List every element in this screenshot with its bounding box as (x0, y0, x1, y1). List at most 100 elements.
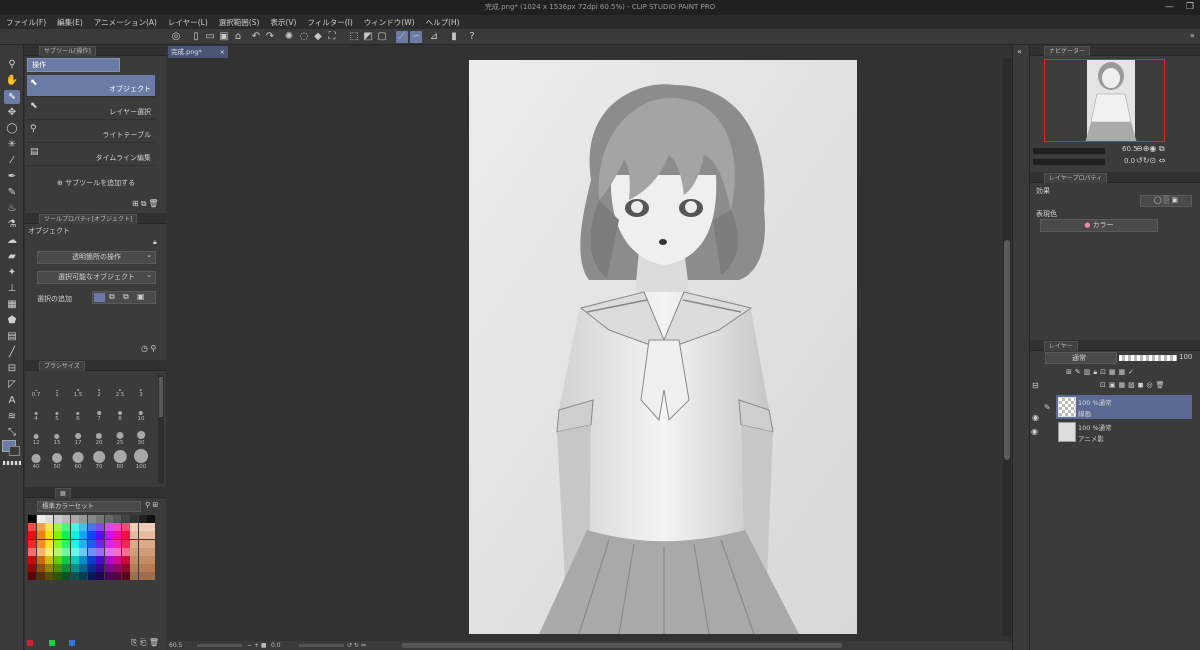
color-swatch[interactable] (70, 572, 79, 581)
color-swatch[interactable] (130, 523, 138, 532)
zoom-buttons[interactable]: − + ■ (247, 641, 267, 650)
color-swatch[interactable] (113, 523, 121, 532)
brush-size-cell[interactable]: 10 (132, 399, 150, 422)
menu-animation[interactable]: アニメーション(A) (94, 17, 157, 28)
gradient-icon[interactable]: ▤ (4, 330, 20, 344)
color-swatch[interactable] (79, 523, 87, 532)
color-swatch[interactable] (121, 523, 130, 532)
color-swatch[interactable] (96, 523, 104, 532)
snap-ruler-icon[interactable]: ⟋ (396, 31, 408, 43)
brush-size-cell[interactable]: 70 (90, 447, 108, 470)
color-swatch[interactable] (130, 547, 138, 556)
snap-grid-icon[interactable]: ⊿ (428, 31, 440, 43)
menu-filter[interactable]: フィルター(I) (307, 17, 352, 28)
color-swatch[interactable] (53, 556, 62, 564)
color-swatch[interactable] (70, 531, 79, 540)
layer-row-lineart[interactable]: 100 %通常 線画 (1056, 395, 1192, 419)
menu-help[interactable]: ヘルプ(H) (426, 17, 460, 28)
selection-new-icon[interactable] (94, 293, 105, 302)
menu-view[interactable]: 表示(V) (270, 17, 296, 28)
color-swatch[interactable] (53, 572, 62, 581)
menu-selection[interactable]: 選択範囲(S) (219, 17, 260, 28)
layer-visibility-icon-2[interactable]: ◉ (1031, 427, 1038, 436)
print-icon[interactable]: ⌂ (232, 31, 244, 43)
color-swatch[interactable] (70, 564, 79, 573)
brush-size-cell[interactable]: 1.5 (69, 375, 87, 398)
clear-icon[interactable]: ✺ (283, 31, 295, 43)
frame-icon[interactable]: ▦ (4, 298, 20, 312)
color-swatch[interactable] (121, 556, 130, 564)
transparent-area-dropdown[interactable]: 透明箇所の操作 (37, 250, 156, 264)
color-swatch[interactable] (62, 539, 70, 548)
effect-buttons[interactable]: ◯ ░ ▣ (1140, 195, 1192, 207)
canvas-scroll-thumb[interactable] (1004, 240, 1010, 460)
color-swatch[interactable] (36, 572, 45, 581)
color-swatch[interactable] (87, 572, 96, 581)
hand-tool-icon[interactable]: ✋ (4, 74, 20, 88)
correct-line-icon[interactable]: ⤡ (4, 426, 20, 440)
selection-border-icon[interactable]: ▢ (376, 31, 388, 43)
color-swatch[interactable] (79, 556, 87, 564)
fill-icon[interactable]: ◆ (312, 31, 324, 43)
brush-size-cell[interactable]: 6 (69, 399, 87, 422)
sub-tool-footer-icons[interactable]: ⊞⧉🗑 (132, 199, 161, 209)
menu-window[interactable]: ウィンドウ(W) (364, 17, 415, 28)
color-swatch[interactable] (104, 531, 113, 540)
tool-property-tab[interactable]: ツールプロパティ[オブジェクト] (39, 214, 138, 224)
color-swatch[interactable] (96, 564, 104, 573)
color-swatch[interactable] (147, 572, 155, 581)
color-swatch[interactable] (87, 556, 96, 564)
brush-size-cell[interactable]: 15 (48, 423, 66, 446)
color-swatch[interactable] (104, 539, 113, 548)
color-swatch[interactable] (138, 531, 147, 540)
zoom-value[interactable]: 60.5 (169, 641, 182, 650)
color-swatch[interactable] (45, 564, 53, 573)
eyedropper-icon[interactable]: ⁄ (4, 154, 20, 168)
rotate-buttons[interactable]: ↺ ↻ ⇔ (347, 641, 366, 650)
sub-tool-tab[interactable]: サブツール[操作] (39, 46, 96, 56)
selection-intersect-icon[interactable]: ▣ (137, 292, 145, 301)
snap-special-ruler-icon[interactable]: ∽ (410, 31, 422, 43)
color-swatch[interactable] (70, 515, 79, 523)
figure-icon[interactable]: ╱ (4, 346, 20, 360)
restore-button[interactable]: ❐ (1186, 0, 1194, 15)
color-swatch[interactable] (138, 523, 147, 532)
layer-panel-toggle-icon[interactable]: ⊟ (1032, 381, 1039, 390)
brush-size-cell[interactable]: 80 (111, 447, 129, 470)
transparent-color-icon[interactable] (3, 461, 21, 465)
layer-row-anime-shadow[interactable]: 100 %通常 アニメ影 (1056, 420, 1192, 444)
collapse-dock-icon[interactable]: « (1017, 47, 1022, 56)
clear-outside-icon[interactable]: ◌ (298, 31, 310, 43)
color-swatch[interactable] (62, 515, 70, 523)
color-swatch[interactable] (45, 556, 53, 564)
opacity-value[interactable]: 100 (1179, 353, 1192, 361)
color-swatch[interactable] (45, 547, 53, 556)
navigator-zoom-slider[interactable] (1033, 148, 1105, 154)
pen-icon[interactable]: ✒ (4, 170, 20, 184)
frame-border-icon[interactable]: ◸ (4, 378, 20, 392)
sub-color-icon[interactable] (9, 446, 20, 456)
navigator-angle-value[interactable]: 0.0 (1124, 157, 1135, 165)
blend-icon[interactable]: ☁ (4, 234, 20, 248)
layer-action-icons[interactable]: ⊡▣▦▨◼◎🗑 (1100, 381, 1168, 389)
color-swatch[interactable] (138, 572, 147, 581)
color-swatch[interactable] (28, 572, 36, 581)
color-swatch[interactable] (45, 572, 53, 581)
brush-size-cell[interactable]: 5 (48, 399, 66, 422)
brush-size-cell[interactable]: 7 (90, 399, 108, 422)
brush-size-scrollbar[interactable] (158, 375, 164, 483)
stamp-icon[interactable]: ⊥ (4, 282, 20, 296)
navigator-preview[interactable] (1044, 59, 1165, 142)
brush-size-cell[interactable]: 40 (27, 447, 45, 470)
color-swatch[interactable] (130, 564, 138, 573)
color-swatch[interactable] (104, 564, 113, 573)
brush-size-tab[interactable]: ブラシサイズ (39, 361, 85, 371)
brush-size-cell[interactable]: 3 (132, 375, 150, 398)
color-swatch[interactable] (45, 523, 53, 532)
sub-tool-light-table[interactable]: ⚲ ライトテーブル (27, 121, 155, 143)
color-swatch[interactable] (36, 547, 45, 556)
color-swatch[interactable] (147, 523, 155, 532)
color-swatch[interactable] (113, 531, 121, 540)
color-swatch[interactable] (130, 556, 138, 564)
expression-color-dropdown[interactable]: ● カラー (1040, 219, 1158, 232)
